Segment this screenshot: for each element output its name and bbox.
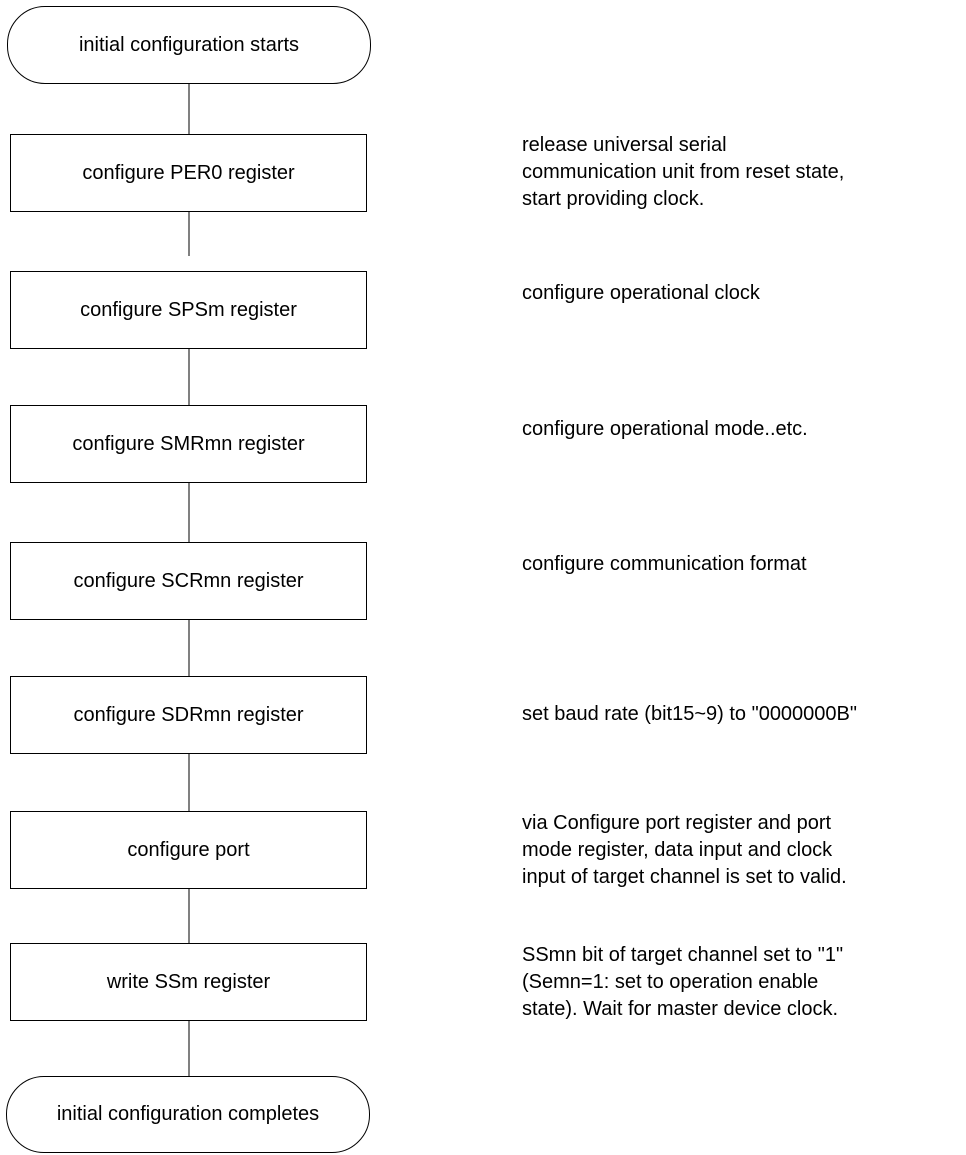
step-label: configure SCRmn register <box>73 569 304 592</box>
step-note: SSmn bit of target channel set to "1" (S… <box>522 944 844 1020</box>
start-label: initial configuration starts <box>78 33 300 56</box>
step-configure-smrmn: configure SMRmn register <box>10 405 367 483</box>
step-note: configure communication format <box>522 553 807 575</box>
step-note: release universal serial communication u… <box>522 134 845 210</box>
step-configure-per0: configure PER0 register <box>10 134 367 212</box>
step-configure-port: configure port <box>10 811 367 889</box>
step-configure-spsm: configure SPSm register <box>10 271 367 349</box>
step-note: configure operational clock <box>522 282 760 304</box>
step-label: configure port <box>127 838 250 861</box>
end-label: initial configuration completes <box>56 1103 320 1125</box>
end-terminal: initial configuration completes <box>6 1076 370 1153</box>
step-note: via Configure port register and port mod… <box>522 812 847 888</box>
step-label: configure SDRmn register <box>73 703 304 726</box>
step-note: set baud rate (bit15~9) to "0000000B" <box>522 703 857 725</box>
step-configure-scrmn: configure SCRmn register <box>10 542 367 620</box>
step-label: configure SPSm register <box>80 298 297 321</box>
step-label: configure SMRmn register <box>72 432 305 455</box>
step-label: write SSm register <box>106 970 271 993</box>
step-write-ssm: write SSm register <box>10 943 367 1021</box>
start-terminal: initial configuration starts <box>7 6 371 84</box>
step-configure-sdrmn: configure SDRmn register <box>10 676 367 754</box>
step-note: configure operational mode..etc. <box>522 418 808 440</box>
step-label: configure PER0 register <box>82 161 295 184</box>
